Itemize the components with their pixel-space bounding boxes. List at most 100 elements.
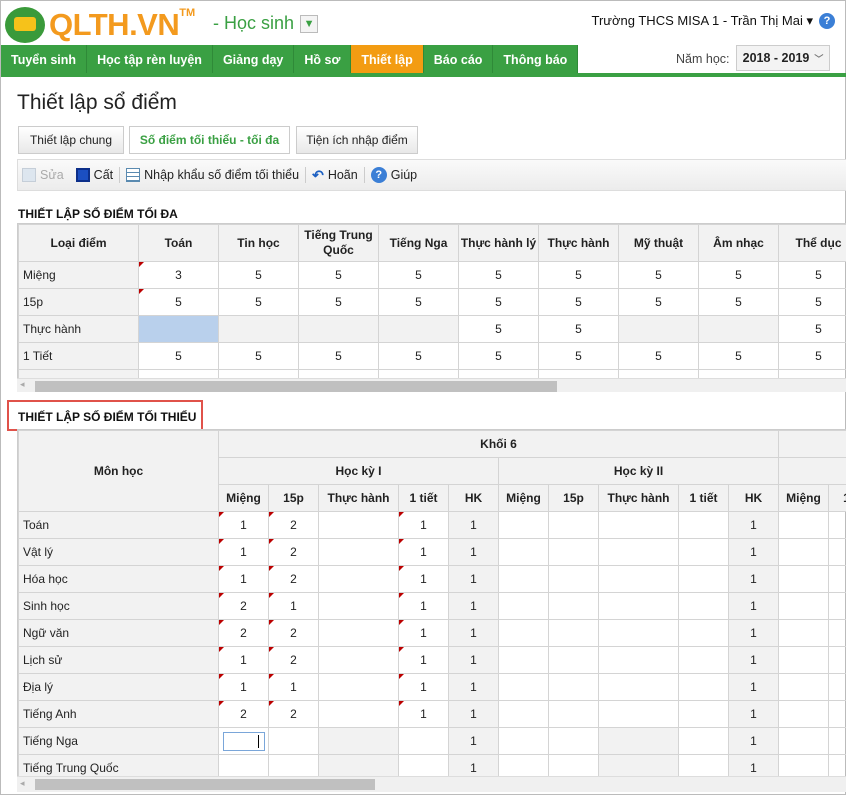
score-cell[interactable]: [548, 592, 599, 620]
score-cell[interactable]: [828, 727, 846, 755]
score-cell[interactable]: 5: [778, 315, 846, 343]
score-cell[interactable]: [498, 619, 549, 647]
score-cell[interactable]: 5: [538, 342, 619, 370]
score-cell[interactable]: [548, 565, 599, 593]
score-cell[interactable]: [678, 646, 729, 674]
nav-tab[interactable]: Thiết lập: [351, 45, 424, 74]
score-cell[interactable]: [598, 538, 679, 566]
score-cell[interactable]: [548, 727, 599, 755]
score-cell[interactable]: 1: [727, 673, 780, 701]
score-cell[interactable]: 5: [538, 261, 619, 289]
score-cell[interactable]: [218, 754, 269, 776]
score-cell[interactable]: 1: [398, 538, 449, 566]
score-cell[interactable]: 3: [138, 261, 219, 289]
score-cell[interactable]: 1: [378, 369, 459, 378]
score-cell[interactable]: 5: [138, 288, 219, 316]
score-cell[interactable]: [778, 727, 830, 755]
score-cell[interactable]: 5: [218, 342, 299, 370]
score-cell[interactable]: 5: [778, 288, 846, 316]
score-cell[interactable]: [778, 646, 830, 674]
score-cell[interactable]: [618, 315, 699, 343]
score-cell[interactable]: [498, 673, 549, 701]
nav-tab[interactable]: Hồ sơ: [294, 45, 352, 74]
score-cell[interactable]: [548, 538, 599, 566]
score-cell[interactable]: 2: [218, 700, 269, 728]
score-cell[interactable]: [318, 754, 399, 776]
score-cell[interactable]: 5: [698, 342, 779, 370]
score-cell[interactable]: 1: [698, 369, 779, 378]
cell-editor-input[interactable]: [223, 732, 265, 751]
score-cell[interactable]: 5: [218, 261, 299, 289]
score-cell[interactable]: [678, 565, 729, 593]
score-cell[interactable]: 1: [727, 538, 780, 566]
score-cell[interactable]: [498, 511, 549, 539]
score-cell[interactable]: 2: [268, 565, 319, 593]
role-selector[interactable]: - Học sinh ▼: [213, 13, 319, 34]
score-cell[interactable]: [778, 511, 830, 539]
score-cell[interactable]: [318, 592, 399, 620]
score-cell[interactable]: [678, 511, 729, 539]
score-cell[interactable]: 1: [618, 369, 699, 378]
score-cell[interactable]: 1: [727, 727, 780, 755]
dropdown-arrow-icon[interactable]: ▼: [300, 14, 319, 33]
nav-tab[interactable]: Tuyển sinh: [1, 45, 88, 74]
score-cell[interactable]: 1: [778, 369, 846, 378]
score-cell[interactable]: 5: [458, 261, 539, 289]
score-cell[interactable]: 5: [538, 288, 619, 316]
scroll-left-icon[interactable]: ◂: [20, 778, 25, 789]
score-cell[interactable]: [828, 700, 846, 728]
score-cell[interactable]: [268, 727, 319, 755]
score-cell[interactable]: 1: [218, 565, 269, 593]
score-cell[interactable]: 5: [378, 342, 459, 370]
score-cell[interactable]: [598, 646, 679, 674]
score-cell[interactable]: [778, 700, 830, 728]
score-cell[interactable]: [828, 646, 846, 674]
score-cell[interactable]: 1: [448, 673, 499, 701]
score-cell[interactable]: 1: [398, 511, 449, 539]
score-cell[interactable]: [498, 754, 549, 776]
tab-general-settings[interactable]: Thiết lập chung: [18, 126, 124, 154]
score-cell[interactable]: [548, 511, 599, 539]
score-cell[interactable]: [548, 700, 599, 728]
score-cell[interactable]: 1: [218, 369, 299, 378]
score-cell[interactable]: 1: [727, 700, 780, 728]
score-cell[interactable]: 5: [298, 261, 379, 289]
score-cell[interactable]: [598, 673, 679, 701]
score-cell[interactable]: [828, 511, 846, 539]
score-cell[interactable]: [828, 592, 846, 620]
score-cell[interactable]: 1: [727, 619, 780, 647]
score-cell[interactable]: [548, 646, 599, 674]
score-cell[interactable]: [298, 315, 379, 343]
score-cell[interactable]: [498, 538, 549, 566]
score-cell[interactable]: [678, 754, 729, 776]
score-cell[interactable]: 5: [698, 261, 779, 289]
score-cell[interactable]: 5: [778, 261, 846, 289]
score-cell[interactable]: 1: [448, 511, 499, 539]
score-cell[interactable]: [598, 511, 679, 539]
nav-tab[interactable]: Học tập rèn luyện: [87, 45, 213, 74]
score-cell[interactable]: 5: [618, 261, 699, 289]
tab-score-entry-utility[interactable]: Tiện ích nhập điểm: [296, 126, 418, 154]
score-cell[interactable]: 1: [448, 538, 499, 566]
score-cell[interactable]: [698, 315, 779, 343]
score-cell[interactable]: 1: [398, 619, 449, 647]
scroll-left-icon[interactable]: ◂: [20, 379, 25, 390]
score-cell[interactable]: 2: [268, 646, 319, 674]
score-cell[interactable]: 1: [448, 754, 499, 776]
score-cell[interactable]: 2: [268, 538, 319, 566]
score-cell[interactable]: [138, 315, 219, 343]
score-cell[interactable]: 5: [698, 288, 779, 316]
score-cell[interactable]: [318, 646, 399, 674]
score-cell[interactable]: [678, 592, 729, 620]
score-cell[interactable]: [778, 619, 830, 647]
score-cell[interactable]: 1: [727, 646, 780, 674]
score-cell[interactable]: 5: [778, 342, 846, 370]
score-cell[interactable]: [548, 619, 599, 647]
score-cell[interactable]: [398, 754, 449, 776]
score-cell[interactable]: 1: [448, 592, 499, 620]
score-cell[interactable]: [828, 673, 846, 701]
score-cell[interactable]: 1: [398, 646, 449, 674]
score-cell[interactable]: [548, 673, 599, 701]
score-cell[interactable]: 1: [218, 511, 269, 539]
nav-tab[interactable]: Báo cáo: [423, 45, 494, 74]
